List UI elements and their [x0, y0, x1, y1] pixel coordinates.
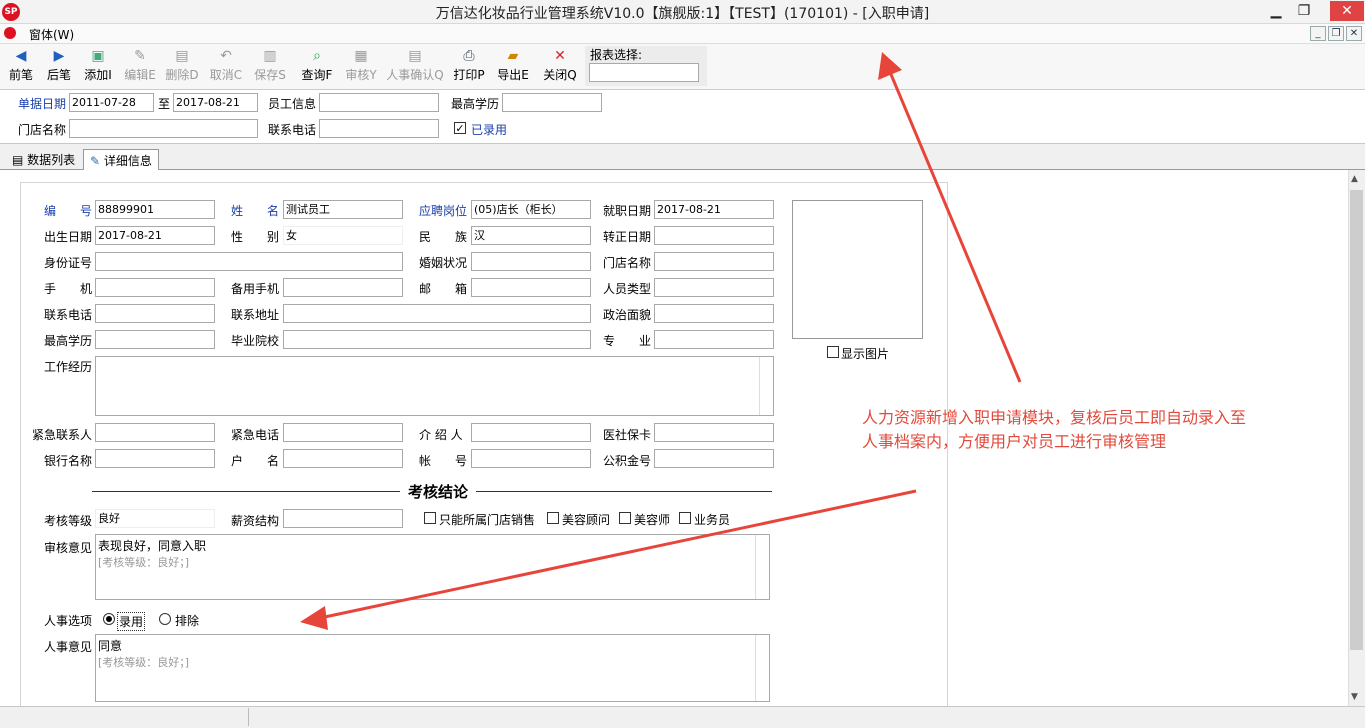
annotation-line-2: 人事档案内，方便用户对员工进行审核管理: [862, 432, 1167, 451]
annotation-arrows: [300, 52, 1022, 630]
arrow-to-hr-line: [319, 489, 917, 620]
arrow-to-title-line: [888, 71, 1022, 383]
annotation-line-1: 人力资源新增入职申请模块，复核后员工即自动录入至: [862, 408, 1247, 427]
arrow-to-hr-head: [300, 606, 328, 630]
annotation-text: 人力资源新增入职申请模块，复核后员工即自动录入至 人事档案内，方便用户对员工进行…: [862, 406, 1332, 454]
